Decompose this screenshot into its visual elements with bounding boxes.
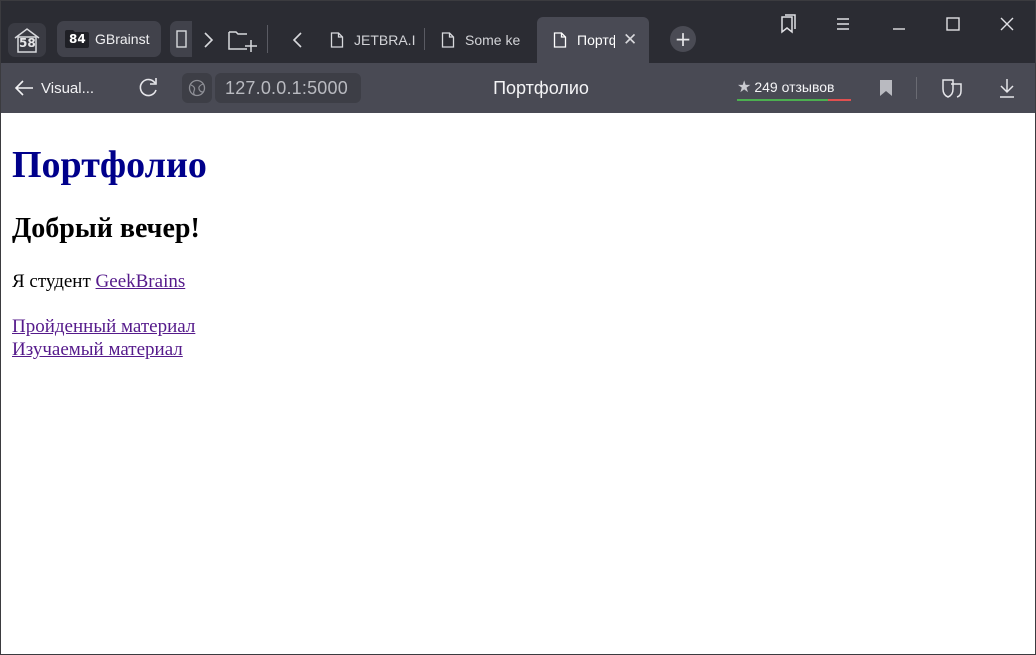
reload-button[interactable] bbox=[135, 75, 161, 101]
site-info-button[interactable] bbox=[182, 73, 212, 103]
new-folder-icon bbox=[228, 31, 257, 52]
current-material-link[interactable]: Изучаемый материал bbox=[12, 339, 183, 360]
tab-group-collapsed[interactable] bbox=[170, 21, 192, 57]
tab-label: JETBRA.I bbox=[354, 32, 416, 48]
plus-icon: + bbox=[674, 27, 692, 51]
window-close-icon bbox=[1000, 17, 1014, 31]
folder-icon: 84 bbox=[64, 29, 90, 49]
geekbrains-link[interactable]: GeekBrains bbox=[96, 271, 186, 292]
downloads-button[interactable] bbox=[994, 75, 1020, 101]
document-icon bbox=[176, 30, 187, 48]
maximize-button[interactable] bbox=[933, 7, 973, 41]
document-icon bbox=[330, 32, 344, 48]
url-field[interactable]: 127.0.0.1:5000 bbox=[215, 73, 361, 103]
download-icon bbox=[1000, 79, 1014, 98]
collections-icon bbox=[781, 14, 796, 34]
reload-icon bbox=[139, 78, 157, 97]
back-button[interactable]: Visual... bbox=[13, 73, 94, 103]
page-title: Портфолио bbox=[493, 78, 589, 98]
address-bar: Visual... 127.0.0.1:5000 Портфолио ★ 249… bbox=[1, 63, 1035, 113]
reviews-button[interactable]: ★ 249 отзывов bbox=[737, 74, 851, 101]
bookmark-button[interactable] bbox=[873, 75, 899, 101]
bookmark-icon bbox=[880, 80, 892, 96]
intro-text: Я студент bbox=[12, 271, 96, 292]
home-badge-count: 58 bbox=[19, 36, 36, 50]
protect-button[interactable] bbox=[939, 75, 965, 101]
globe-icon bbox=[188, 79, 206, 97]
star-icon: ★ bbox=[737, 79, 752, 96]
toolbar-separator bbox=[916, 77, 917, 99]
home-button[interactable]: 58 bbox=[8, 23, 46, 57]
intro-paragraph: Я студент GeekBrains bbox=[12, 271, 185, 293]
new-group-button[interactable] bbox=[225, 25, 259, 55]
protect-icon bbox=[942, 79, 962, 98]
tab-jetbrains[interactable]: JETBRA.I bbox=[314, 17, 422, 63]
minimize-button[interactable] bbox=[879, 7, 919, 41]
new-tab-button[interactable]: + bbox=[670, 26, 696, 52]
tab-strip: 58 84 GBrainst JETBRA.I Some ke Портф ✕ … bbox=[1, 1, 1035, 63]
tabs-back-button[interactable] bbox=[287, 27, 309, 53]
rating-bar bbox=[737, 99, 851, 101]
tab-label: Some ke bbox=[465, 32, 521, 48]
back-button-label: Visual... bbox=[41, 79, 95, 97]
browser-window: 58 84 GBrainst JETBRA.I Some ke Портф ✕ … bbox=[0, 0, 1036, 655]
greeting-heading: Добрый вечер! bbox=[12, 213, 200, 244]
document-icon bbox=[553, 32, 567, 48]
chevron-right-icon bbox=[204, 32, 214, 48]
minimize-icon bbox=[893, 28, 905, 30]
maximize-icon bbox=[946, 17, 960, 31]
tabs-forward-button[interactable] bbox=[197, 27, 219, 53]
tab-group-count: 84 bbox=[69, 32, 86, 46]
tab-label: Портф bbox=[577, 32, 615, 48]
tab-some-ke[interactable]: Some ke bbox=[425, 17, 533, 63]
tab-separator bbox=[267, 25, 268, 53]
tab-group-label: GBrainst bbox=[95, 31, 150, 47]
document-icon bbox=[441, 32, 455, 48]
close-icon[interactable]: ✕ bbox=[623, 30, 637, 50]
completed-material-link[interactable]: Пройденный материал bbox=[12, 316, 195, 337]
menu-button[interactable] bbox=[823, 7, 863, 41]
tab-portfolio[interactable]: Портф ✕ bbox=[537, 17, 649, 63]
reviews-label: 249 отзывов bbox=[754, 79, 835, 95]
page-heading: Портфолио bbox=[12, 144, 207, 186]
window-close-button[interactable] bbox=[987, 7, 1027, 41]
arrow-left-icon bbox=[14, 80, 33, 96]
tab-group-gbrainst[interactable]: 84 GBrainst bbox=[57, 21, 161, 57]
collections-button[interactable] bbox=[767, 7, 807, 41]
material-links: Пройденный материал Изучаемый материал bbox=[12, 315, 195, 361]
chevron-left-icon bbox=[292, 32, 302, 48]
url-text: 127.0.0.1:5000 bbox=[225, 77, 348, 98]
menu-icon bbox=[837, 18, 849, 30]
